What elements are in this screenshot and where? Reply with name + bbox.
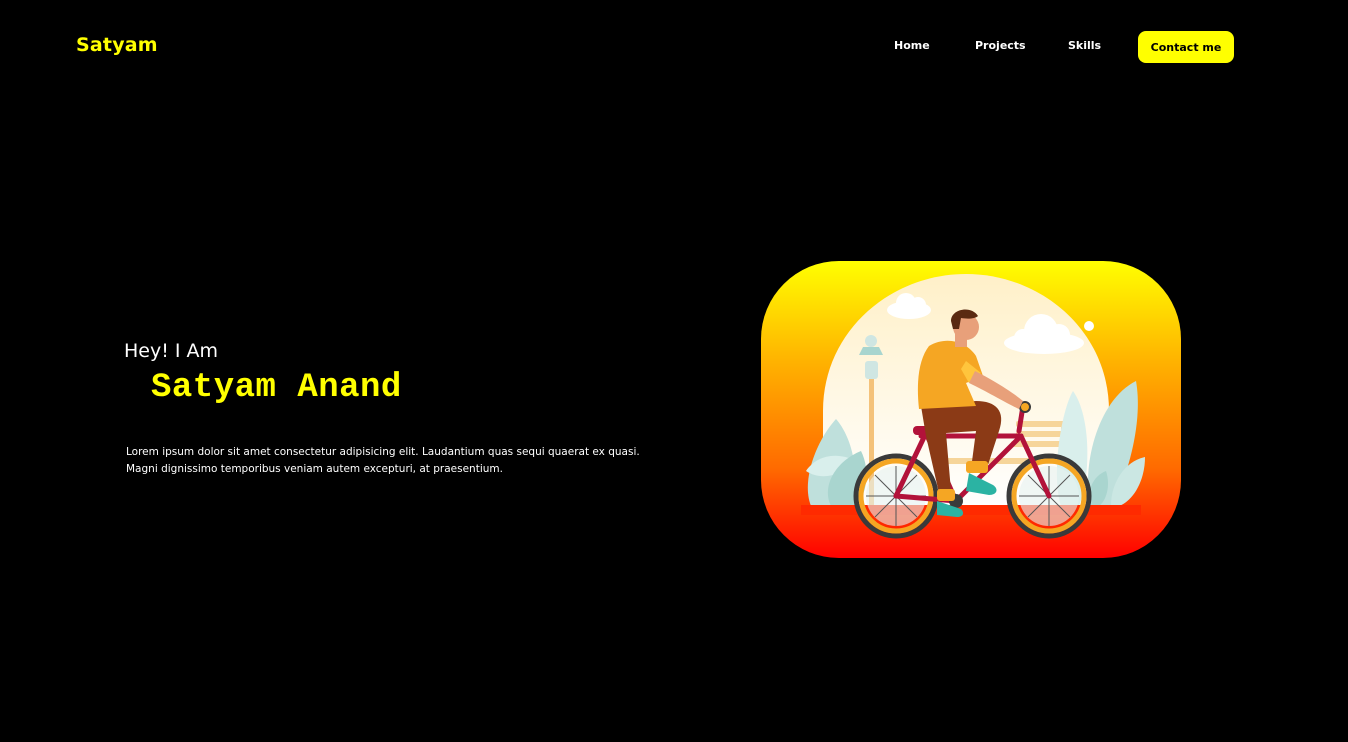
hero-illustration-card: [761, 261, 1181, 558]
nav-projects-link[interactable]: Projects: [975, 39, 1026, 52]
hero-description: Lorem ipsum dolor sit amet consectetur a…: [126, 446, 640, 475]
cyclist-illustration: [801, 274, 1145, 539]
page: Satyam Home Projects Skills Contact me H…: [0, 0, 1348, 742]
sun-dot: [1084, 321, 1094, 331]
hero-name: Satyam Anand: [151, 369, 402, 407]
navbar: Home Projects Skills Contact me: [0, 31, 1348, 63]
hero-greeting: Hey! I Am: [124, 340, 219, 362]
nav-skills-link[interactable]: Skills: [1068, 39, 1101, 52]
contact-me-button[interactable]: Contact me: [1138, 31, 1234, 63]
nav-home-link[interactable]: Home: [894, 39, 930, 52]
